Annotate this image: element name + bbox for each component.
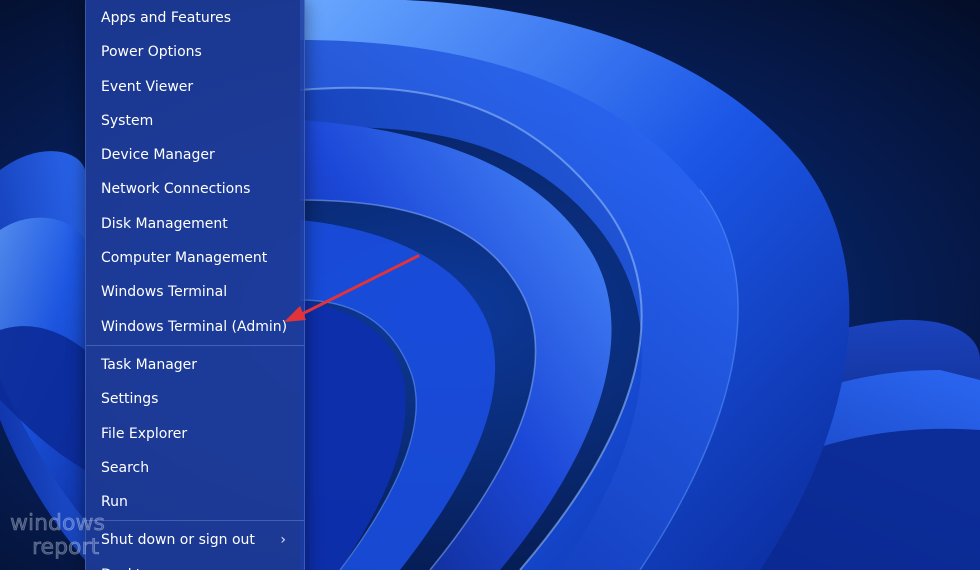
watermark-line1: windows	[10, 511, 105, 536]
win-x-context-menu: Apps and Features Power Options Event View…	[85, 0, 305, 570]
menu-item-label: Power Options	[101, 44, 202, 61]
menu-item-file-explorer[interactable]: File Explorer	[86, 417, 304, 451]
menu-item-label: Settings	[101, 391, 159, 408]
chevron-right-icon: ›	[280, 532, 286, 549]
menu-item-label: Search	[101, 459, 150, 476]
menu-item-label: Disk Management	[101, 215, 228, 232]
menu-item-settings[interactable]: Settings	[86, 382, 304, 416]
menu-item-task-manager[interactable]: Task Manager	[86, 348, 304, 382]
menu-body: Apps and Features Power Options Event View…	[86, 1, 304, 570]
menu-item-label: Event Viewer	[101, 78, 194, 95]
menu-divider	[86, 344, 304, 346]
menu-group-1: Apps and Features Power Options Event View…	[86, 1, 304, 344]
menu-item-event-viewer[interactable]: Event Viewer	[86, 70, 304, 104]
menu-item-computer-management[interactable]: Computer Management	[86, 241, 304, 275]
menu-item-power-options[interactable]: Power Options	[86, 35, 304, 69]
menu-item-label: System	[101, 112, 154, 129]
menu-item-label: Apps and Features	[101, 10, 232, 26]
desktop: Apps and Features Power Options Event View…	[0, 0, 980, 570]
windows-report-watermark: windows report	[10, 511, 105, 561]
menu-group-2: Task Manager Settings File Explorer Search R…	[86, 348, 304, 519]
menu-item-device-manager[interactable]: Device Manager	[86, 138, 304, 172]
watermark-line2: report	[32, 535, 100, 560]
menu-item-apps-and-features[interactable]: Apps and Features	[86, 1, 304, 35]
menu-item-label: Network Connections	[101, 181, 251, 198]
menu-item-label: Task Manager	[101, 356, 198, 373]
menu-item-system[interactable]: System	[86, 104, 304, 138]
menu-item-label: File Explorer	[101, 425, 188, 442]
menu-item-windows-terminal-admin[interactable]: Windows Terminal (Admin)	[86, 310, 304, 344]
menu-item-label: Device Manager	[101, 147, 215, 164]
menu-item-disk-management[interactable]: Disk Management	[86, 207, 304, 241]
menu-item-label: Computer Management	[101, 250, 268, 267]
menu-item-network-connections[interactable]: Network Connections	[86, 172, 304, 206]
menu-item-label: Windows Terminal	[101, 284, 228, 301]
menu-item-label: Windows Terminal (Admin)	[101, 318, 288, 335]
menu-item-search[interactable]: Search	[86, 451, 304, 485]
menu-item-windows-terminal[interactable]: Windows Terminal	[86, 275, 304, 309]
